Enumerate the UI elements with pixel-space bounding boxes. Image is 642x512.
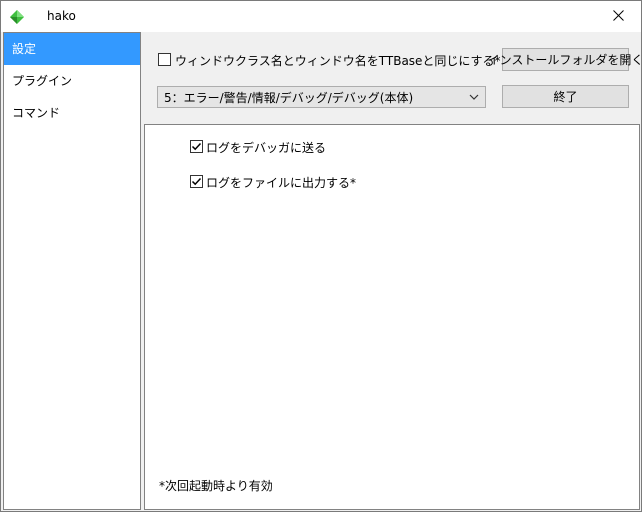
settings-panel: ログをデバッガに送る ログをファイルに出力する* *次回起動時より有効 bbox=[144, 124, 640, 510]
sidebar-item-label: プラグイン bbox=[12, 74, 73, 88]
send-to-debugger-checkbox[interactable] bbox=[190, 140, 203, 153]
send-to-debugger-label: ログをデバッガに送る bbox=[206, 141, 327, 155]
sidebar-item-settings[interactable]: 設定 bbox=[4, 33, 140, 65]
sidebar-item-plugins[interactable]: プラグイン bbox=[4, 65, 140, 97]
chevron-down-icon bbox=[469, 91, 479, 105]
output-to-file-checkbox[interactable] bbox=[190, 175, 203, 188]
same-class-name-checkbox[interactable] bbox=[158, 53, 171, 66]
sidebar-item-label: コマンド bbox=[12, 106, 61, 120]
same-class-name-label: ウィンドウクラス名とウィンドウ名をTTBaseと同じにする* bbox=[175, 54, 501, 68]
title-bar[interactable]: hako bbox=[1, 1, 641, 32]
checkmark-icon bbox=[191, 142, 202, 151]
close-icon bbox=[612, 9, 624, 24]
app-window: hako 設定 プラグイン コマンド ウィンドウクラス名とウィンドウ名をTTBa… bbox=[0, 0, 642, 512]
open-install-folder-label: インストールフォルダを開く bbox=[487, 53, 642, 67]
checkmark-icon bbox=[191, 177, 202, 186]
restart-note: *次回起動時より有効 bbox=[159, 479, 273, 493]
exit-button[interactable]: 終了 bbox=[502, 85, 629, 108]
log-level-value: 5：エラー/警告/情報/デバッグ/デバッグ(本体) bbox=[164, 90, 414, 105]
log-level-select[interactable]: 5：エラー/警告/情報/デバッグ/デバッグ(本体) bbox=[157, 86, 486, 108]
exit-label: 終了 bbox=[553, 90, 578, 104]
sidebar-item-commands[interactable]: コマンド bbox=[4, 97, 140, 129]
green-diamond-icon bbox=[10, 10, 24, 24]
output-to-file-label: ログをファイルに出力する* bbox=[206, 176, 357, 190]
sidebar: 設定 プラグイン コマンド bbox=[3, 32, 141, 510]
open-install-folder-button[interactable]: インストールフォルダを開く bbox=[488, 48, 642, 71]
close-button[interactable] bbox=[595, 1, 641, 32]
window-title: hako bbox=[47, 9, 76, 23]
sidebar-item-label: 設定 bbox=[12, 42, 37, 56]
